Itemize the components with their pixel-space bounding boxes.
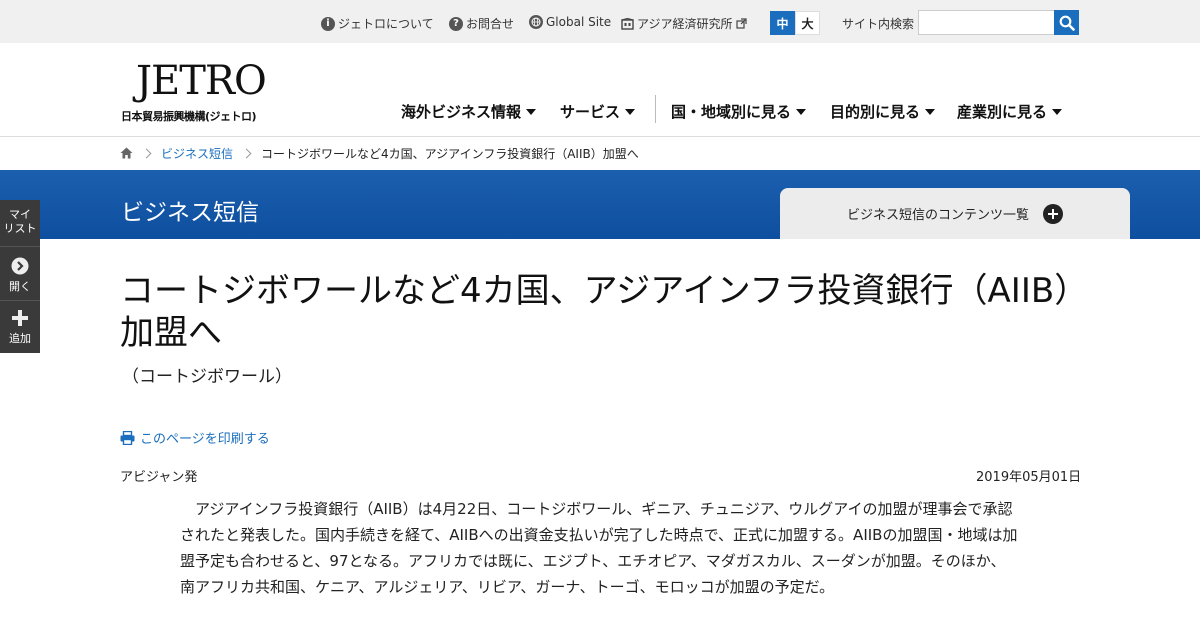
search-icon [1059, 15, 1075, 31]
mylist-label[interactable]: マイ リスト [0, 208, 40, 236]
caret-down-icon [625, 108, 636, 115]
plus-circle-icon [1043, 203, 1063, 224]
chevron-right-icon [241, 148, 252, 158]
breadcrumb-current: コートジボワールなど4カ国、アジアインフラ投資銀行（AIIB）加盟へ [261, 146, 639, 161]
search-button[interactable] [1054, 10, 1079, 35]
utility-bar: i ジェトロについて ? お問合せ Global Site アジア経済研究所 中… [0, 0, 1200, 43]
globe-icon [529, 15, 543, 29]
nav-by-country[interactable]: 国・地域別に見る [671, 101, 807, 122]
caret-down-icon [1052, 108, 1063, 115]
nav-services[interactable]: サービス [560, 101, 636, 122]
mylist-add-label: 追加 [9, 332, 31, 345]
printer-icon [120, 430, 135, 445]
caret-down-icon [925, 108, 936, 115]
article-body: アジアインフラ投資銀行（AIIB）は4月22日、コートジボワール、ギニア、チュニ… [180, 500, 1018, 596]
search-label: サイト内検索 [842, 17, 915, 31]
ide-link-label: アジア経済研究所 [637, 17, 733, 31]
contact-link[interactable]: ? お問合せ [449, 15, 514, 32]
caret-down-icon [796, 108, 807, 115]
plus-icon [11, 309, 29, 327]
article-origin: アビジャン発 [120, 470, 198, 485]
nav-overseas-business[interactable]: 海外ビジネス情報 [401, 101, 537, 122]
chevron-circle-icon [11, 257, 29, 275]
search-input[interactable] [918, 10, 1055, 35]
side-divider [0, 246, 40, 247]
breadcrumb-section-link[interactable]: ビジネス短信 [161, 145, 233, 162]
font-size-medium-button[interactable]: 中 [770, 11, 795, 35]
nav-label: 国・地域別に見る [671, 103, 792, 121]
caret-down-icon [526, 108, 537, 115]
nav-label: サービス [560, 103, 621, 121]
header-divider [0, 136, 1200, 137]
global-site-link[interactable]: Global Site [529, 15, 611, 29]
building-icon [621, 17, 634, 30]
article-country: （コートジボワール） [122, 367, 292, 387]
article-headline: コートジボワールなど4カ国、アジアインフラ投資銀行（AIIB）加盟へ [120, 271, 1072, 353]
ide-link[interactable]: アジア経済研究所 [621, 15, 747, 32]
info-icon: i [321, 16, 335, 31]
global-site-link-label: Global Site [546, 15, 612, 29]
nav-by-industry[interactable]: 産業別に見る [957, 101, 1063, 122]
nav-label: 海外ビジネス情報 [401, 103, 522, 121]
article-date: 2019年05月01日 [976, 470, 1082, 485]
about-link-label: ジェトロについて [338, 17, 434, 31]
mylist-label-text: マイ リスト [3, 208, 37, 235]
home-icon[interactable] [120, 147, 133, 159]
nav-divider [655, 95, 656, 123]
contact-link-label: お問合せ [466, 17, 515, 31]
about-link[interactable]: i ジェトロについて [321, 15, 434, 32]
contents-list-button[interactable]: ビジネス短信のコンテンツ一覧 [780, 188, 1130, 239]
print-page-label: このページを印刷する [140, 432, 270, 447]
contents-list-label: ビジネス短信のコンテンツ一覧 [846, 208, 1029, 223]
side-divider [0, 300, 40, 301]
mylist-add-button[interactable]: 追加 [0, 309, 40, 346]
logo-subtitle: 日本貿易振興機構(ジェトロ) [121, 110, 257, 123]
chevron-right-icon [141, 148, 152, 158]
mylist-open-label: 開く [9, 280, 31, 293]
external-link-icon [735, 18, 747, 29]
font-size-large-button[interactable]: 大 [795, 11, 820, 35]
nav-label: 目的別に見る [830, 103, 921, 121]
question-icon: ? [449, 16, 463, 31]
nav-by-purpose[interactable]: 目的別に見る [830, 101, 936, 122]
mylist-open-button[interactable]: 開く [0, 257, 40, 294]
print-page-link[interactable]: このページを印刷する [120, 428, 270, 447]
logo-mark: JETRO [136, 58, 267, 104]
nav-label: 産業別に見る [957, 103, 1048, 121]
jetro-logo[interactable]: JETRO 日本貿易振興機構(ジェトロ) [120, 58, 280, 128]
mylist-panel: マイ リスト 開く 追加 [0, 200, 40, 353]
breadcrumb: ビジネス短信 コートジボワールなど4カ国、アジアインフラ投資銀行（AIIB）加盟… [120, 145, 639, 161]
section-title: ビジネス短信 [121, 200, 259, 226]
